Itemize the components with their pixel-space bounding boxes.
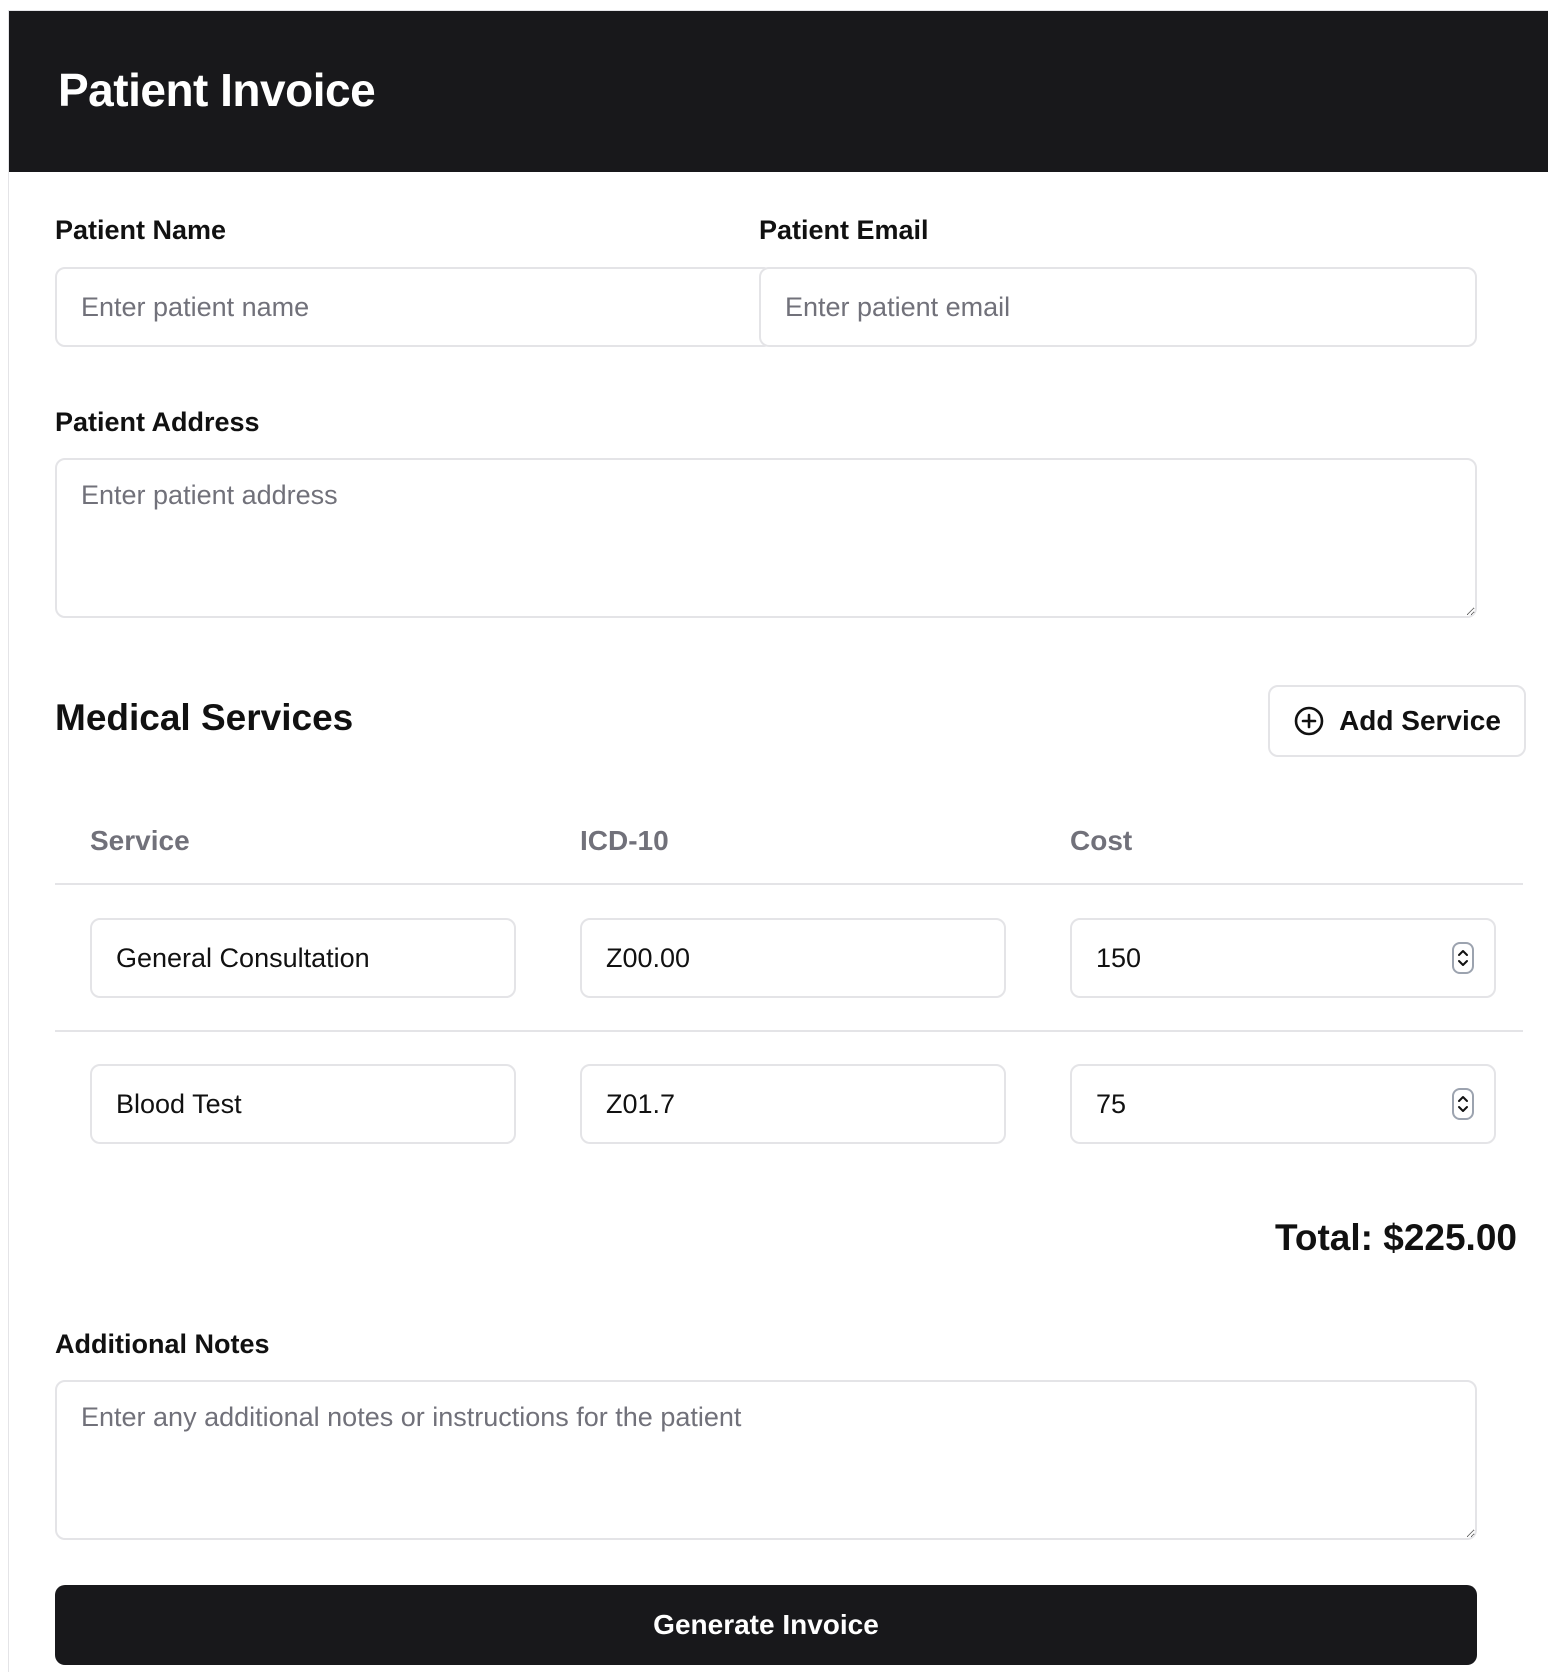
cost-input[interactable] xyxy=(1070,918,1496,998)
table-header-divider xyxy=(55,883,1523,885)
invoice-total: Total: $225.00 xyxy=(1275,1217,1517,1258)
stepper-arrows-icon xyxy=(1458,950,1468,966)
icd10-code-input[interactable] xyxy=(580,918,1006,998)
services-section-title: Medical Services xyxy=(55,697,354,738)
cost-stepper[interactable] xyxy=(1452,942,1474,974)
invoice-card: Patient Invoice Patient Name Patient Ema… xyxy=(8,10,1548,1672)
add-service-button[interactable]: Add Service xyxy=(1268,685,1526,757)
service-name-input[interactable] xyxy=(90,918,516,998)
page: Patient Invoice Patient Name Patient Ema… xyxy=(0,0,1548,1672)
column-header-cost: Cost xyxy=(1070,825,1133,856)
patient-address-textarea[interactable] xyxy=(55,458,1477,618)
table-row-divider xyxy=(55,1030,1523,1032)
additional-notes-textarea[interactable] xyxy=(55,1380,1477,1540)
page-title: Patient Invoice xyxy=(58,64,376,116)
patient-address-label: Patient Address xyxy=(55,407,260,437)
generate-invoice-button[interactable]: Generate Invoice xyxy=(55,1585,1477,1665)
column-header-service: Service xyxy=(90,825,190,856)
cost-stepper[interactable] xyxy=(1452,1088,1474,1120)
cost-field-wrapper xyxy=(1070,918,1496,998)
service-name-input[interactable] xyxy=(90,1064,516,1144)
patient-name-input[interactable] xyxy=(55,267,773,347)
plus-circle-icon xyxy=(1293,705,1325,737)
header-bar: Patient Invoice xyxy=(9,11,1548,172)
stepper-arrows-icon xyxy=(1458,1096,1468,1112)
icd10-code-input[interactable] xyxy=(580,1064,1006,1144)
generate-invoice-label: Generate Invoice xyxy=(653,1609,879,1640)
patient-name-label: Patient Name xyxy=(55,215,227,245)
cost-input[interactable] xyxy=(1070,1064,1496,1144)
cost-field-wrapper xyxy=(1070,1064,1496,1144)
patient-email-input[interactable] xyxy=(759,267,1477,347)
additional-notes-label: Additional Notes xyxy=(55,1329,270,1359)
column-header-icd10: ICD-10 xyxy=(580,825,669,856)
patient-email-label: Patient Email xyxy=(759,215,929,245)
add-service-label: Add Service xyxy=(1339,705,1501,736)
